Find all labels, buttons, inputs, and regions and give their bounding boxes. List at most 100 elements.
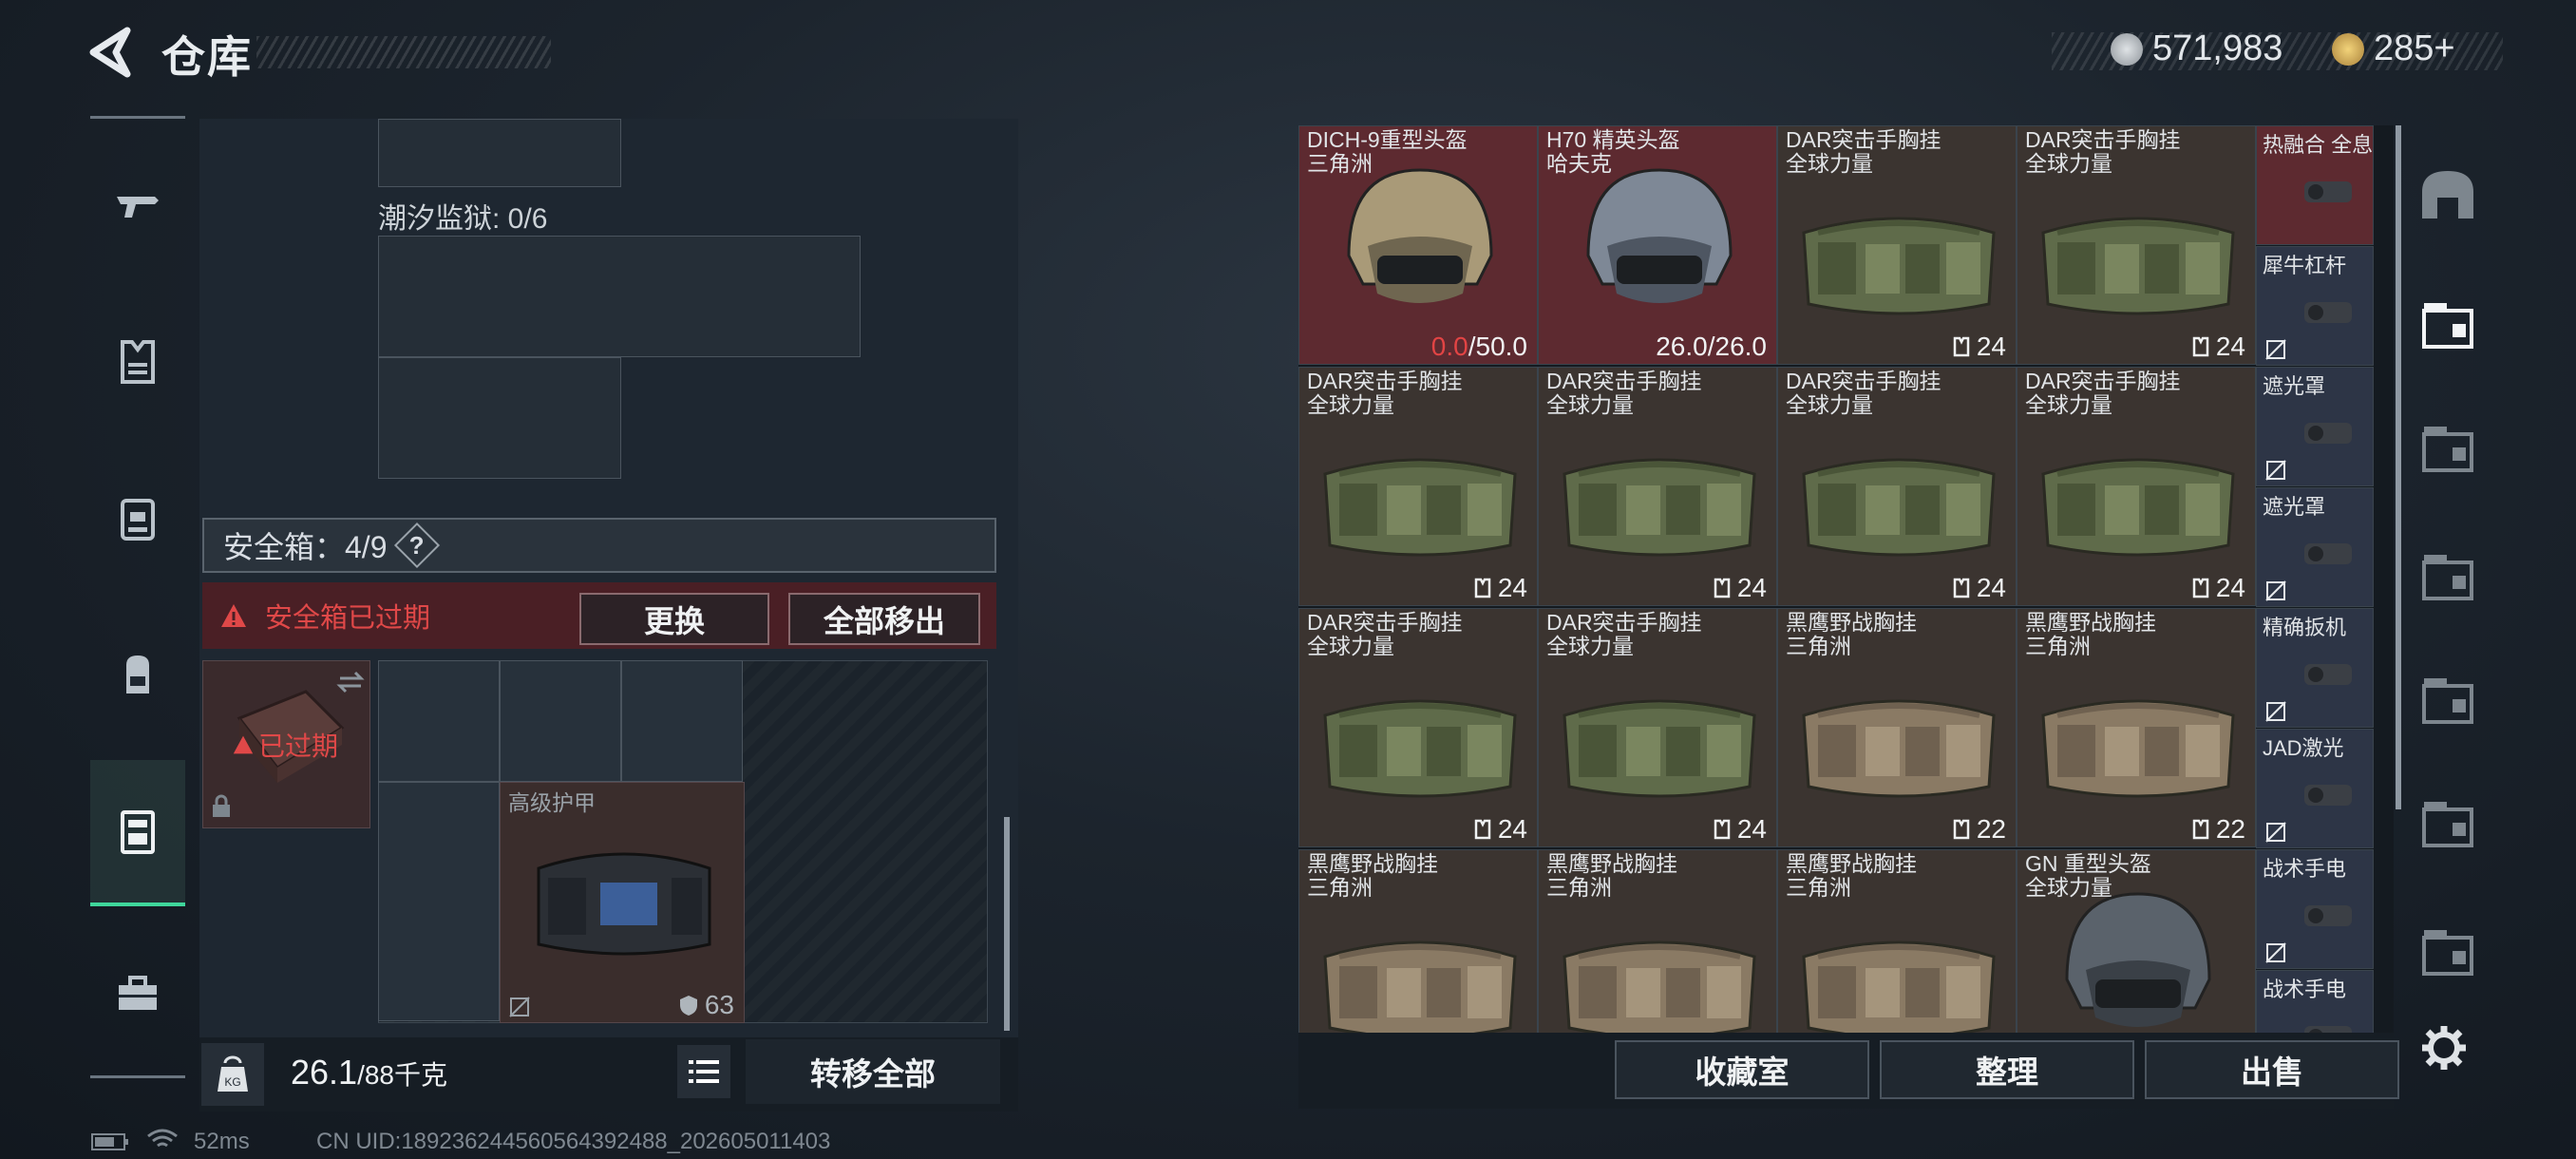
- nav-rig[interactable]: [90, 466, 185, 570]
- v-case-icon[interactable]: [2415, 919, 2481, 985]
- battery-icon: [91, 1133, 128, 1150]
- item-name: 黑鹰野战胸挂 三角洲: [1546, 851, 1677, 900]
- item-value: 24: [1952, 573, 2006, 603]
- capacity-icon: [1714, 578, 1731, 598]
- no-sell-icon: [2265, 339, 2286, 360]
- page-title: 仓库: [161, 32, 253, 82]
- weight-max: /88千克: [357, 1060, 448, 1090]
- nav-weapons[interactable]: [90, 152, 185, 256]
- help-icon[interactable]: ?: [393, 522, 440, 569]
- attachment-item[interactable]: 战术手电: [2256, 849, 2374, 969]
- list-icon: [689, 1060, 719, 1083]
- shield-icon: [679, 996, 697, 1016]
- attachment-icon: [2304, 785, 2352, 806]
- chest-rig-icon: [1790, 909, 2008, 1033]
- armor-item[interactable]: 高级护甲 63: [500, 782, 745, 1023]
- rig-icon: [121, 499, 155, 541]
- nav-armor[interactable]: [90, 309, 185, 413]
- capacity-icon: [1474, 578, 1491, 598]
- armor-vest-icon: [121, 340, 155, 384]
- item-name: DAR突击手胸挂 全球力量: [2025, 369, 2181, 417]
- settings-gear-icon[interactable]: [2420, 1024, 2468, 1072]
- collection-button[interactable]: 收藏室: [1615, 1040, 1869, 1099]
- grid-cell[interactable]: [378, 660, 500, 782]
- item-name: 黑鹰野战胸挂 三角洲: [1786, 610, 1917, 658]
- inventory-item[interactable]: 黑鹰野战胸挂 三角洲: [1777, 849, 2017, 1033]
- inventory-item[interactable]: DAR突击手胸挂 全球力量 24: [1298, 608, 1538, 847]
- attachment-item[interactable]: 精确扳机: [2256, 608, 2374, 728]
- left-scrollbar[interactable]: [1004, 817, 1010, 1031]
- attachment-item[interactable]: 遮光罩: [2256, 487, 2374, 607]
- helmet-slot-icon[interactable]: [2415, 163, 2481, 230]
- chest-rig-icon: [1790, 185, 2008, 332]
- gti-box-icon[interactable]: [2415, 292, 2481, 358]
- attachment-icon: [2304, 543, 2352, 564]
- coin-balance[interactable]: 571,983: [2111, 28, 2282, 69]
- capacity-icon: [1474, 819, 1491, 840]
- inventory-item[interactable]: H70 精英头盔 哈夫克 26.0/26.0: [1538, 125, 1777, 365]
- grid-cell[interactable]: [621, 660, 743, 782]
- sort-button[interactable]: 整理: [1880, 1040, 2134, 1099]
- inventory-item[interactable]: DAR突击手胸挂 全球力量 24: [1538, 608, 1777, 847]
- item-name: DAR突击手胸挂 全球力量: [1786, 127, 1941, 176]
- user-uid: CN UID:18923624456056439248​8_2026050114…: [316, 1129, 831, 1154]
- grid-cell[interactable]: [500, 660, 621, 782]
- gem-balance[interactable]: 285+: [2332, 28, 2455, 69]
- back-arrow-icon[interactable]: [87, 27, 135, 78]
- chest-rig-icon: [1550, 909, 1769, 1033]
- attachment-item[interactable]: 遮光罩: [2256, 367, 2374, 486]
- no-sell-icon: [2265, 580, 2286, 601]
- inventory-item[interactable]: 黑鹰野战胸挂 三角洲 22: [2017, 608, 2256, 847]
- list-view-button[interactable]: [677, 1045, 730, 1098]
- remove-all-button[interactable]: 全部移出: [788, 593, 980, 645]
- expired-warning-text: 安全箱已过期: [265, 603, 431, 634]
- inventory-item[interactable]: 黑鹰野战胸挂 三角洲 22: [1777, 608, 2017, 847]
- inventory-item[interactable]: DAR突击手胸挂 全球力量 24: [2017, 125, 2256, 365]
- attachment-item[interactable]: JAD激光: [2256, 729, 2374, 848]
- prison-slot-row[interactable]: [378, 236, 861, 357]
- right-scrollbar[interactable]: [2396, 125, 2401, 809]
- attachment-name: 遮光罩: [2263, 495, 2326, 519]
- wifi-icon: [147, 1129, 178, 1148]
- item-value: 24: [2191, 332, 2245, 362]
- capacity-icon: [2192, 578, 2209, 598]
- toolbox-icon: [119, 976, 157, 1010]
- sell-button[interactable]: 出售: [2145, 1040, 2399, 1099]
- safe-box-item[interactable]: 已过期: [202, 660, 370, 828]
- item-name: DAR突击手胸挂 全球力量: [1307, 369, 1463, 417]
- nav-toolbox[interactable]: [90, 940, 185, 1045]
- iv-plus-icon[interactable]: [2415, 667, 2481, 733]
- chest-rig-icon: [1311, 668, 1529, 815]
- item-name: DAR突击手胸挂 全球力量: [1546, 610, 1702, 658]
- nav-safe-box[interactable]: [90, 760, 185, 906]
- prison-slot-row[interactable]: [378, 357, 621, 479]
- attachment-item[interactable]: 犀牛杠杆: [2256, 246, 2374, 366]
- attachment-item[interactable]: 战术手电: [2256, 970, 2374, 1033]
- transfer-all-button[interactable]: 转移全部: [746, 1039, 1000, 1104]
- inventory-item[interactable]: 黑鹰野战胸挂 三角洲: [1298, 849, 1538, 1033]
- item-name: 黑鹰野战胸挂 三角洲: [2025, 610, 2156, 658]
- capacity-icon: [1953, 336, 1970, 357]
- no-sell-icon: [2265, 701, 2286, 722]
- attachment-item[interactable]: 热融合 全息: [2256, 125, 2374, 245]
- inventory-item[interactable]: DAR突击手胸挂 全球力量 24: [1298, 367, 1538, 606]
- gti-rail-icon[interactable]: [2415, 543, 2481, 610]
- replace-button[interactable]: 更换: [579, 593, 769, 645]
- inventory-item[interactable]: 黑鹰野战胸挂 三角洲: [1538, 849, 1777, 1033]
- inventory-item[interactable]: DAR突击手胸挂 全球力量 24: [1777, 125, 2017, 365]
- expired-tag: 已过期: [232, 726, 338, 764]
- grid-cell[interactable]: [378, 782, 500, 1021]
- nav-divider: [90, 116, 185, 119]
- capacity-icon: [1714, 819, 1731, 840]
- inventory-item[interactable]: DICH-9重型头盔 三角洲 0.0/50.0: [1298, 125, 1538, 365]
- inventory-item[interactable]: DAR突击手胸挂 全球力量 24: [1538, 367, 1777, 606]
- attachment-icon: [2304, 905, 2352, 926]
- nav-backpack[interactable]: [90, 622, 185, 727]
- gti-scope-icon[interactable]: [2415, 415, 2481, 482]
- attachment-name: 战术手电: [2263, 857, 2347, 881]
- inventory-item[interactable]: DAR突击手胸挂 全球力量 24: [2017, 367, 2256, 606]
- inventory-item[interactable]: GN 重型头盔 全球力量: [2017, 849, 2256, 1033]
- weight-readout: 26.1/88千克: [291, 1053, 447, 1092]
- iv-folder-icon[interactable]: [2415, 790, 2481, 857]
- inventory-item[interactable]: DAR突击手胸挂 全球力量 24: [1777, 367, 2017, 606]
